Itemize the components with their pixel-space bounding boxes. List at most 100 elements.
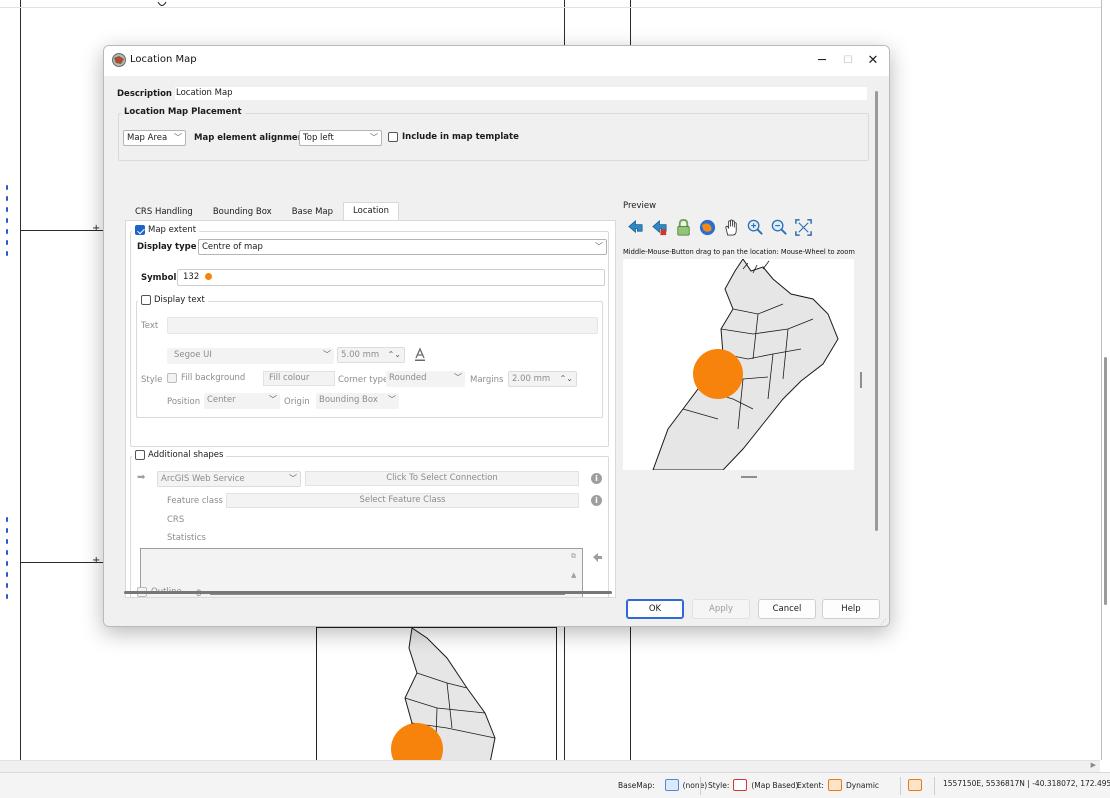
info-icon[interactable]: i (591, 473, 602, 484)
style-value: (Map Based) (751, 780, 799, 790)
text-input[interactable] (167, 317, 598, 334)
additional-shapes-label: Additional shapes (148, 450, 224, 460)
description-input[interactable]: Location Map (174, 87, 867, 100)
select-feature-class-button[interactable]: Select Feature Class (226, 493, 579, 508)
basemap-icon (664, 779, 679, 791)
description-label: Description (117, 88, 172, 99)
margins-stepper[interactable]: 2.00 mm ⌃⌄ (508, 371, 577, 387)
minimize-button[interactable]: ─ (808, 50, 836, 70)
map-extent-box[interactable] (135, 225, 145, 235)
location-map-dialog: Location Map ─ ☐ ✕ Description Location … (103, 45, 890, 627)
dialog-horizontal-scrollbar[interactable] (124, 591, 612, 594)
coordinates-value: 1557150E, 5536817N | -40.318072, 172.495… (943, 779, 1110, 788)
status-basemap[interactable]: BaseMap: (none) (618, 779, 707, 791)
select-connection-button[interactable]: Click To Select Connection (305, 471, 579, 486)
chevron-down-icon: ﹀ (454, 373, 462, 382)
font-name-select[interactable]: Segoe UI ﹀ (167, 348, 334, 364)
dialog-title: Location Map (130, 54, 197, 65)
page-border-right (1101, 0, 1102, 760)
maximize-button[interactable]: ☐ (834, 50, 862, 70)
chevron-down-icon: ﹀ (388, 395, 396, 404)
full-extent-icon[interactable] (794, 218, 813, 237)
display-text-label: Display text (154, 295, 205, 305)
zoom-previous-icon[interactable] (626, 218, 645, 237)
style-label: Style (141, 375, 163, 385)
feature-class-label: Feature class (167, 496, 223, 506)
tab-bounding-box[interactable]: Bounding Box (203, 203, 282, 220)
symbol-value: 132 (183, 272, 200, 282)
preview-map[interactable] (623, 259, 854, 470)
placement-group: Location Map Placement Map Area ﹀ Map el… (118, 107, 869, 161)
display-text-group: Display text Text Segoe UI ﹀ 5.00 mm ⌃⌄ … (136, 295, 603, 418)
preview-map-graphic (652, 259, 839, 470)
help-button[interactable]: Help (822, 599, 880, 619)
map-area-select[interactable]: Map Area ﹀ (123, 130, 186, 146)
location-tab-panel: Map extent Display type Centre of map ﹀ … (125, 220, 616, 598)
origin-select[interactable]: Bounding Box ﹀ (316, 393, 399, 409)
location-map-frame[interactable] (316, 627, 557, 767)
corner-type-select[interactable]: Rounded ﹀ (386, 371, 465, 387)
resize-grip-icon[interactable]: ⋰ (880, 618, 887, 626)
lock-icon[interactable] (674, 218, 693, 237)
zoom-in-icon[interactable] (746, 218, 765, 237)
tab-crs-handling[interactable]: CRS Handling (125, 203, 203, 220)
fill-colour-label: Fill colour (269, 373, 310, 383)
source-select[interactable]: ArcGIS Web Service ﹀ (157, 471, 301, 487)
close-button[interactable]: ✕ (859, 50, 887, 70)
additional-shapes-box[interactable] (135, 450, 145, 460)
font-name-value: Segoe UI (174, 350, 212, 360)
additional-shapes-checkbox[interactable]: Additional shapes (132, 450, 227, 460)
scroll-up-arrow-icon[interactable]: ▲ (571, 571, 576, 579)
tab-location[interactable]: Location (343, 202, 399, 221)
location-map-graphic (391, 628, 496, 766)
display-text-box[interactable] (141, 295, 151, 305)
symbol-label: Symbol (141, 273, 177, 283)
fill-background-checkbox[interactable]: Fill background (167, 373, 245, 383)
chevron-down-icon: ﹀ (370, 133, 378, 142)
position-select[interactable]: Center ﹀ (204, 393, 280, 409)
scroll-right-arrow-icon[interactable]: ▶ (1091, 761, 1096, 769)
alignment-select[interactable]: Top left ﹀ (299, 130, 382, 146)
dialog-vertical-scrollbar[interactable] (875, 91, 878, 531)
tab-base-map[interactable]: Base Map (282, 203, 343, 220)
status-coordinate-tool[interactable] (908, 779, 922, 791)
panel-splitter-handle[interactable] (860, 372, 862, 388)
zoom-out-icon[interactable] (770, 218, 789, 237)
zoom-next-icon[interactable] (650, 218, 669, 237)
clear-list-icon[interactable]: ⧉ (571, 552, 576, 561)
fill-background-box[interactable] (167, 373, 177, 383)
info-icon[interactable]: i (591, 495, 602, 506)
status-extent[interactable]: Extent: Dynamic (797, 779, 879, 791)
pan-hand-icon[interactable] (722, 218, 741, 237)
page-border-left (20, 0, 21, 760)
refresh-globe-icon[interactable] (698, 218, 717, 237)
include-template-label: Include in map template (402, 132, 519, 142)
source-value: ArcGIS Web Service (161, 474, 245, 484)
include-template-checkbox[interactable]: Include in map template (388, 132, 519, 142)
include-template-box[interactable] (388, 132, 398, 142)
vertical-scrollbar-thumb[interactable] (1104, 357, 1107, 605)
small-shape-icon (157, 1, 167, 6)
map-extent-checkbox[interactable]: Map extent (132, 225, 200, 235)
display-text-checkbox[interactable]: Display text (138, 295, 208, 305)
horizontal-scrollbar[interactable]: ▶ (0, 760, 1100, 772)
symbol-input[interactable]: 132 (177, 269, 605, 286)
zoom-to-shape-icon[interactable] (591, 552, 603, 564)
ruler-marks (6, 185, 10, 262)
ruler-marks (6, 517, 10, 605)
ok-button[interactable]: OK (626, 599, 684, 619)
tab-strip: CRS Handling Bounding Box Base Map Locat… (125, 202, 399, 221)
dialog-titlebar[interactable]: Location Map ─ ☐ ✕ (104, 46, 889, 76)
outline-slider[interactable] (210, 594, 565, 595)
font-colour-icon[interactable] (413, 347, 427, 362)
arrow-right-icon[interactable]: ➡ (137, 472, 145, 483)
cancel-button[interactable]: Cancel (758, 599, 816, 619)
margins-label: Margins (470, 375, 504, 385)
apply-button[interactable]: Apply (692, 599, 750, 619)
display-type-select[interactable]: Centre of map ﹀ (198, 239, 607, 255)
preview-splitter-handle[interactable] (741, 476, 757, 478)
status-style[interactable]: Style: (Map Based) (708, 779, 798, 791)
select-feature-class-label: Select Feature Class (359, 495, 446, 505)
font-size-stepper[interactable]: 5.00 mm ⌃⌄ (337, 347, 405, 363)
fill-colour-button[interactable]: Fill colour (263, 371, 335, 386)
